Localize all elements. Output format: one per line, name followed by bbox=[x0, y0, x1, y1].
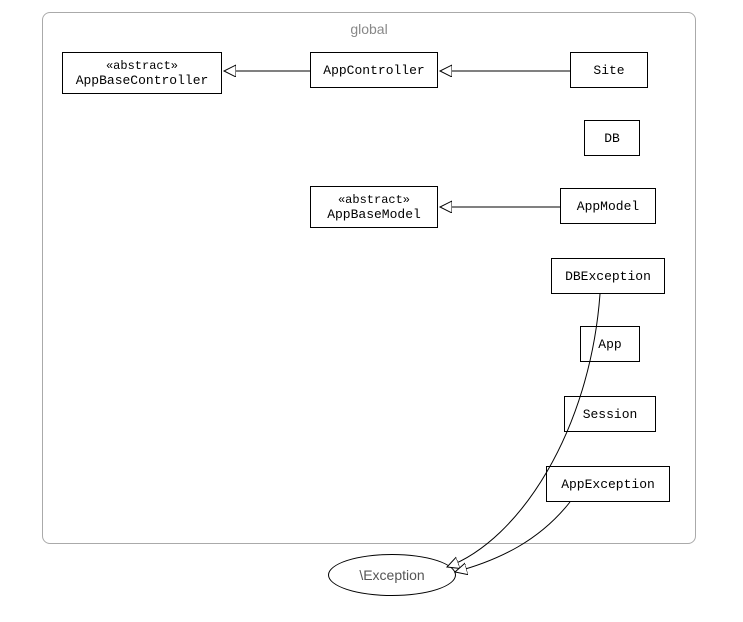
class-app[interactable]: App bbox=[580, 326, 640, 362]
class-app-controller[interactable]: AppController bbox=[310, 52, 438, 88]
class-name-label: Site bbox=[593, 63, 624, 78]
class-name-label: AppBaseController bbox=[76, 73, 209, 88]
class-app-base-controller[interactable]: «abstract» AppBaseController bbox=[62, 52, 222, 94]
class-exception-external[interactable]: \Exception bbox=[328, 554, 456, 596]
class-name-label: \Exception bbox=[359, 567, 424, 583]
package-title: global bbox=[43, 21, 695, 37]
class-db-exception[interactable]: DBException bbox=[551, 258, 665, 294]
class-app-model[interactable]: AppModel bbox=[560, 188, 656, 224]
class-name-label: App bbox=[598, 337, 621, 352]
class-site[interactable]: Site bbox=[570, 52, 648, 88]
class-name-label: DB bbox=[604, 131, 620, 146]
class-app-base-model[interactable]: «abstract» AppBaseModel bbox=[310, 186, 438, 228]
class-app-exception[interactable]: AppException bbox=[546, 466, 670, 502]
class-name-label: AppController bbox=[323, 63, 424, 78]
stereotype-label: «abstract» bbox=[338, 193, 410, 207]
class-name-label: Session bbox=[583, 407, 638, 422]
class-name-label: DBException bbox=[565, 269, 651, 284]
class-db[interactable]: DB bbox=[584, 120, 640, 156]
stereotype-label: «abstract» bbox=[106, 59, 178, 73]
class-name-label: AppBaseModel bbox=[327, 207, 421, 222]
class-name-label: AppModel bbox=[577, 199, 639, 214]
class-session[interactable]: Session bbox=[564, 396, 656, 432]
class-name-label: AppException bbox=[561, 477, 655, 492]
